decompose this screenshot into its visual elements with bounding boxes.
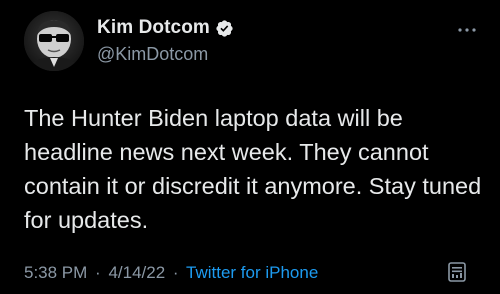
tweet-meta: 5:38 PM · 4/14/22 · Twitter for iPhone	[24, 263, 318, 283]
meta-separator: ·	[172, 263, 179, 282]
author-display-name[interactable]: Kim Dotcom	[97, 17, 210, 39]
avatar[interactable]	[24, 11, 84, 71]
more-options-icon[interactable]	[456, 22, 478, 32]
avatar-image	[24, 11, 84, 71]
tweet-source-link[interactable]: Twitter for iPhone	[186, 263, 318, 282]
tweet-text: The Hunter Biden laptop data will be hea…	[24, 105, 482, 233]
tweet-card: Kim Dotcom @KimDotcom The Hunter Biden l…	[0, 0, 500, 294]
author-name-row[interactable]: Kim Dotcom	[97, 17, 234, 39]
tweet-analytics-icon[interactable]	[446, 260, 470, 284]
tweet-date[interactable]: 4/14/22	[108, 263, 165, 282]
meta-separator: ·	[95, 263, 101, 282]
tweet-time[interactable]: 5:38 PM	[24, 263, 87, 282]
verified-badge-icon	[215, 19, 234, 38]
author-handle[interactable]: @KimDotcom	[97, 44, 208, 65]
